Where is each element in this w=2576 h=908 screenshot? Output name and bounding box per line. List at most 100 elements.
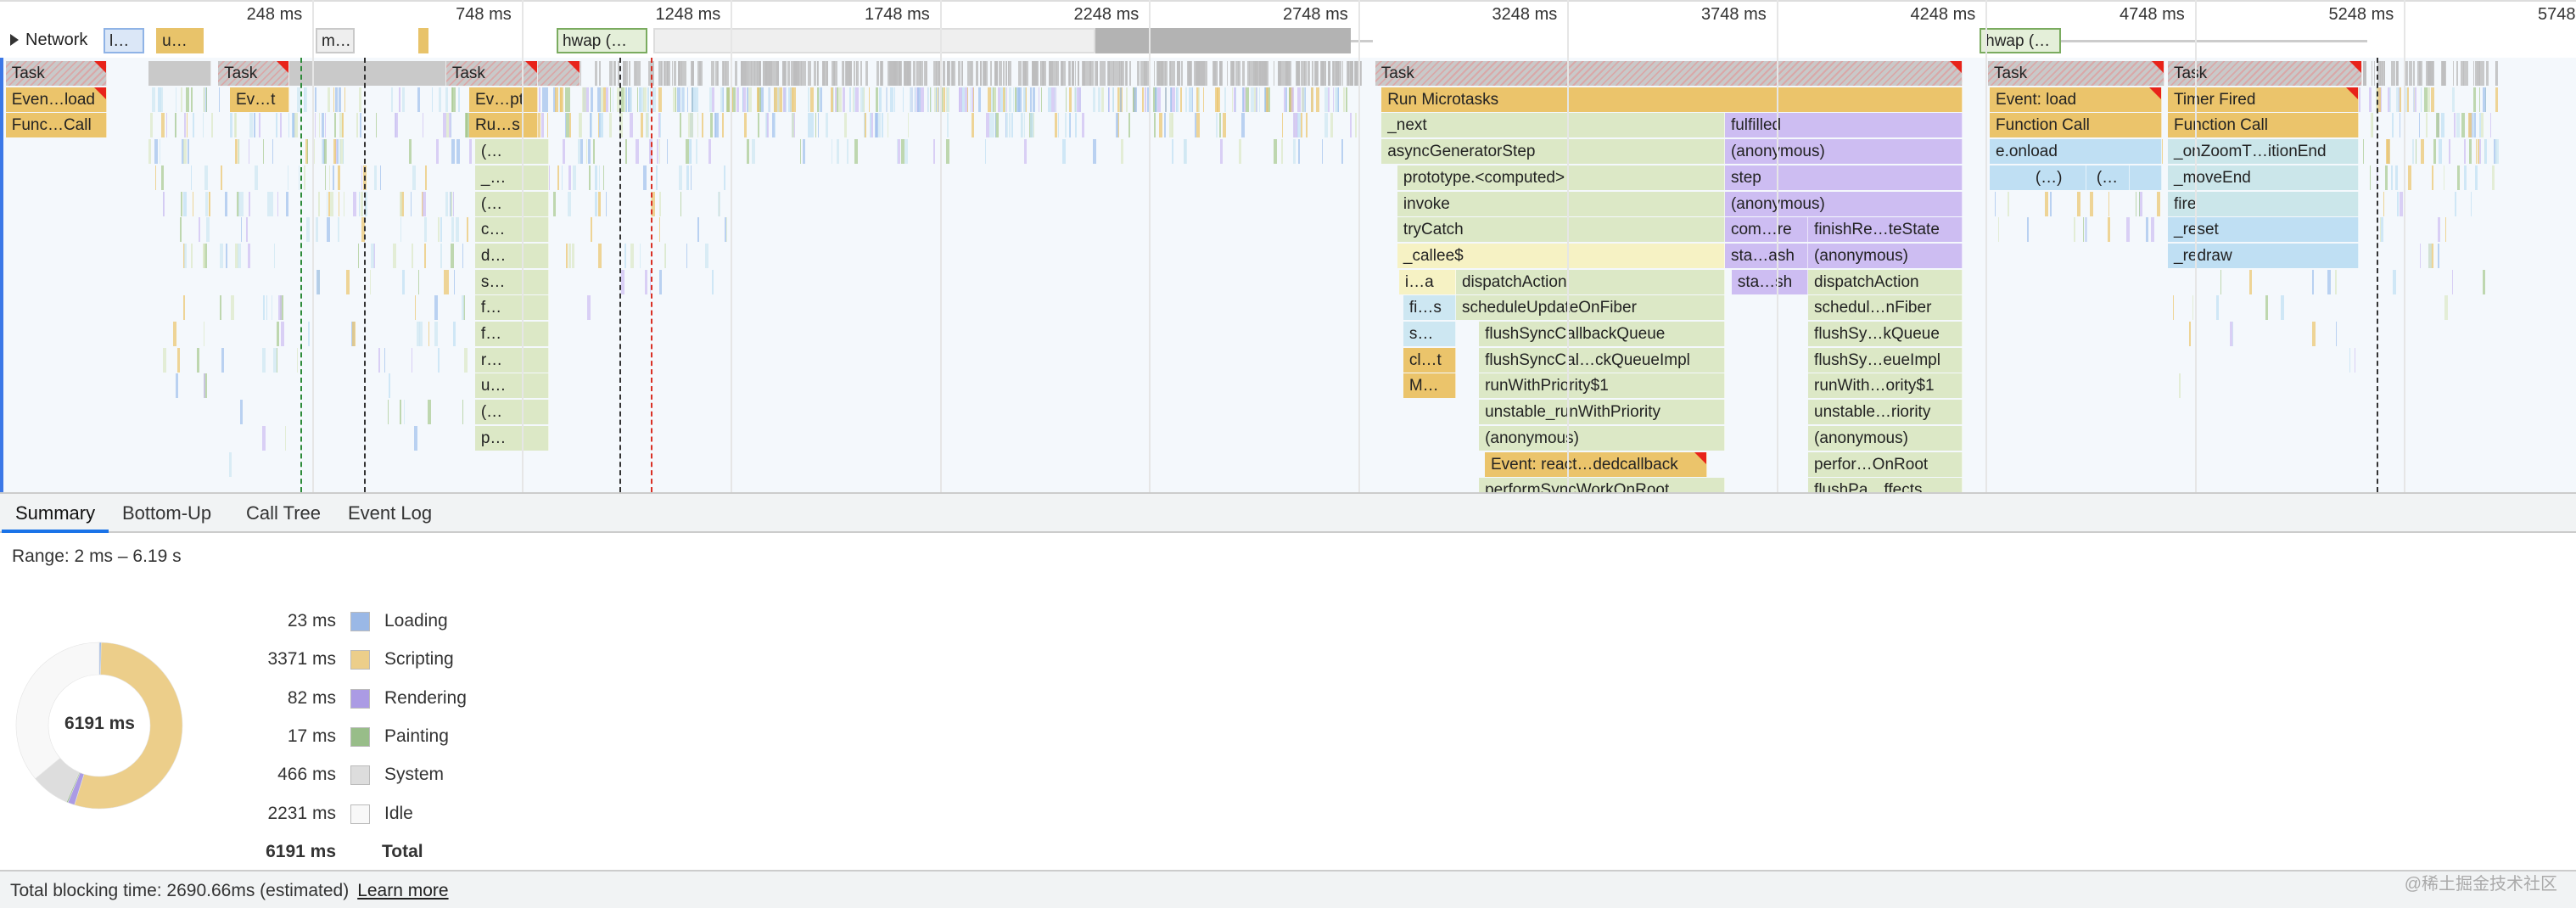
flame-stripe[interactable] (1293, 139, 1296, 165)
flame-stripe[interactable] (1000, 87, 1004, 112)
flame-stripe[interactable] (994, 61, 998, 86)
flame-stripe[interactable] (2138, 191, 2140, 216)
flame-stripe[interactable] (1285, 87, 1288, 112)
flame-stripe[interactable] (903, 61, 906, 86)
flame-stripe[interactable] (992, 113, 995, 138)
flame-stripe[interactable] (1121, 139, 1124, 165)
flame-stripe[interactable] (276, 322, 279, 346)
flame-stripe[interactable] (743, 113, 747, 138)
flame-stripe[interactable] (680, 87, 685, 112)
flame-stripe[interactable] (351, 322, 356, 346)
flame-stripe[interactable] (597, 243, 602, 268)
flame-stripe[interactable] (678, 165, 682, 190)
flame-stripe[interactable] (998, 61, 1002, 86)
flame-stripe[interactable] (2044, 191, 2048, 216)
flame-stripe[interactable] (910, 87, 914, 112)
flame-stripe[interactable] (679, 113, 681, 138)
flame-stripe[interactable] (1024, 113, 1026, 138)
flame-stripe[interactable] (1313, 61, 1318, 86)
flame-stripe[interactable] (568, 243, 571, 268)
flame-stripe[interactable] (184, 113, 187, 138)
flame-stripe[interactable] (235, 113, 237, 138)
flame-stripe[interactable] (951, 61, 955, 86)
flame-stripe[interactable] (637, 87, 639, 112)
flame-stripe[interactable] (1998, 217, 2000, 243)
flame-stripe[interactable] (328, 165, 330, 190)
flame-stripe[interactable] (772, 113, 776, 138)
flame-stripe[interactable] (462, 400, 464, 425)
flame-entry[interactable]: flushSyncCallbackQueue (1479, 322, 1725, 346)
flame-stripe[interactable] (2151, 217, 2155, 243)
flame-stripe[interactable] (742, 87, 746, 112)
flame-entry[interactable]: fulfilled (1724, 113, 1963, 138)
flame-stripe[interactable] (700, 61, 703, 86)
flame-stripe[interactable] (1104, 61, 1106, 86)
flame-stripe[interactable] (1032, 87, 1035, 112)
flame-stripe[interactable] (1009, 113, 1011, 138)
flame-stripe[interactable] (1238, 61, 1241, 86)
flame-stripe[interactable] (799, 61, 802, 86)
flame-stripe[interactable] (797, 61, 800, 86)
flame-stripe[interactable] (395, 113, 398, 138)
flame-stripe[interactable] (817, 113, 819, 138)
network-request[interactable]: m… (315, 28, 355, 53)
flame-stripe[interactable] (1100, 87, 1104, 112)
flame-entry[interactable]: d… (474, 243, 550, 268)
flame-stripe[interactable] (272, 347, 277, 373)
flame-entry[interactable]: s… (1403, 322, 1456, 346)
flame-stripe[interactable] (326, 191, 328, 216)
flame-stripe[interactable] (589, 113, 591, 138)
flame-stripe[interactable] (580, 113, 583, 138)
flame-stripe[interactable] (1235, 87, 1237, 112)
flame-stripe[interactable] (185, 87, 189, 112)
flame-entry[interactable]: (… (2090, 165, 2131, 190)
flame-entry[interactable]: sta…sh (1731, 269, 1809, 294)
flame-stripe[interactable] (2484, 139, 2487, 165)
flame-stripe[interactable] (860, 87, 865, 112)
flame-stripe[interactable] (636, 139, 640, 165)
flame-stripe[interactable] (1172, 87, 1176, 112)
flame-stripe[interactable] (2125, 217, 2130, 243)
flame-stripe[interactable] (587, 139, 591, 165)
flame-stripe[interactable] (315, 217, 318, 243)
task-block[interactable]: Task (445, 61, 538, 86)
flame-stripe[interactable] (714, 113, 716, 138)
flame-stripe[interactable] (306, 139, 308, 165)
flame-stripe[interactable] (204, 165, 209, 190)
flame-stripe[interactable] (254, 165, 258, 190)
task-block[interactable]: Task (218, 61, 289, 86)
flame-entry[interactable]: M… (1403, 373, 1456, 399)
flame-stripe[interactable] (594, 165, 597, 190)
flame-stripe[interactable] (428, 400, 432, 425)
flame-stripe[interactable] (278, 295, 282, 321)
tab-bottom-up[interactable]: Bottom-Up (109, 494, 225, 533)
tab-call-tree[interactable]: Call Tree (232, 494, 334, 533)
flame-stripe[interactable] (704, 243, 708, 268)
flame-stripe[interactable] (557, 165, 559, 190)
flame-stripe[interactable] (837, 139, 840, 165)
flame-stripe[interactable] (417, 87, 420, 112)
flame-stripe[interactable] (967, 87, 969, 112)
flame-stripe[interactable] (897, 139, 900, 165)
flame-entry[interactable]: fi…s (1403, 295, 1456, 321)
flame-stripe[interactable] (338, 217, 340, 243)
flame-stripe[interactable] (2471, 113, 2474, 138)
flame-stripe[interactable] (151, 87, 155, 112)
flame-stripe[interactable] (630, 243, 635, 268)
flame-stripe[interactable] (717, 191, 720, 216)
flame-stripe[interactable] (2428, 243, 2433, 268)
flame-stripe[interactable] (754, 61, 759, 86)
flame-stripe[interactable] (1355, 61, 1357, 86)
flame-stripe[interactable] (2368, 87, 2372, 112)
flame-stripe[interactable] (1029, 87, 1032, 112)
flame-stripe[interactable] (1331, 61, 1336, 86)
flame-stripe[interactable] (438, 347, 440, 373)
flame-stripe[interactable] (2232, 322, 2233, 346)
flame-entry[interactable]: (anonymous) (1808, 425, 1963, 451)
flame-stripe[interactable] (2336, 322, 2338, 346)
flame-stripe[interactable] (712, 269, 714, 294)
flame-stripe[interactable] (399, 191, 402, 216)
flame-entry[interactable]: sta…ash (1724, 243, 1809, 268)
flame-stripe[interactable] (1170, 61, 1172, 86)
flame-stripe[interactable] (455, 217, 459, 243)
